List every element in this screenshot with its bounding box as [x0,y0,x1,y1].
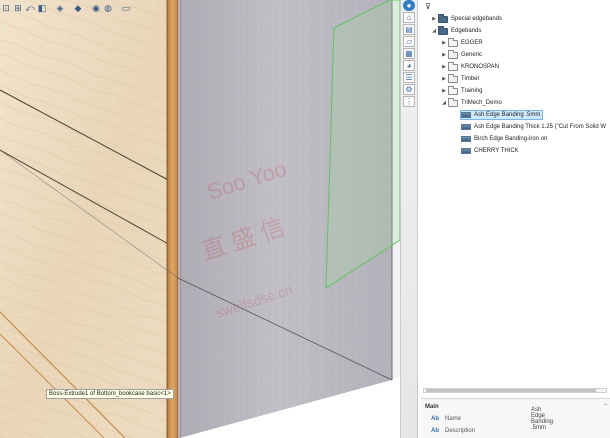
tree-item[interactable]: ▶ Special edgebands [430,13,503,24]
toolbar-divider: · [116,5,118,11]
expand-arrow-icon[interactable]: ▶ [440,40,448,46]
tree-item[interactable]: Birch Edge Banding-iron on [461,134,547,144]
side-panel-grain [0,0,175,438]
expand-arrow-icon[interactable]: ▶ [440,76,448,82]
text-property-icon: Ab [431,427,439,434]
file-explorer-icon[interactable]: ▱ [403,36,415,47]
scrollbar-thumb[interactable] [426,389,596,392]
filter-row: ⊽ [423,0,610,12]
folder-icon [448,37,458,47]
tree-item-label: EGGER [461,40,483,46]
expand-arrow-icon[interactable]: ▶ [440,52,448,58]
tree-item[interactable]: ▶ KRONOSPAN [440,61,499,72]
globe-icon[interactable]: ● [403,0,415,11]
material-swatch-icon [461,148,471,154]
apply-scene-icon[interactable]: ▭ [121,3,131,13]
folder-icon [448,49,458,59]
tree-item[interactable]: ▶ EGGER [440,37,483,48]
view-orientation-icon[interactable]: ◈ [55,3,65,13]
zoom-area-icon[interactable]: ⊞ [13,3,23,13]
previous-view-icon[interactable]: ⤺ [25,3,35,13]
folder-icon [448,97,458,107]
tree-item[interactable]: ◢ Edgebands [430,25,482,36]
tree-item-label: Edgebands [451,28,482,34]
tree-item-label: Special edgebands [451,16,503,22]
tree-item[interactable]: Ash Edge Banding Thick 1.25 ("Cut From S… [461,122,606,132]
toolbar-divider: · [50,5,52,11]
properties-section-title: Main [425,404,439,410]
selected-face-highlight[interactable] [325,0,400,289]
edit-appearance-icon[interactable]: ◍ [103,3,113,13]
tree-item-label: Generic [461,52,483,58]
folder-icon [448,73,458,83]
zoom-to-fit-icon[interactable]: ⊡ [1,3,11,13]
expand-arrow-icon[interactable]: ▶ [440,64,448,70]
tree-item-label: TriMech_Demo [461,100,502,106]
tree-item-label: Birch Edge Banding-iron on [474,136,548,142]
toolbar-divider: · [134,5,136,11]
property-row-description[interactable]: Ab Description [431,426,475,435]
appearances-icon[interactable]: ◕ [403,60,415,71]
expand-arrow-icon[interactable]: ▶ [430,16,438,22]
tree-item-label: KRONOSPAN [461,64,499,70]
folder-icon [448,61,458,71]
material-swatch-icon [461,136,471,142]
feature-tooltip: Boss-Extrude1 of Bottom_bookcase basic<1… [46,389,174,399]
heads-up-view-toolbar: ⊡ ⊞ ⤺ ◧ · ◈ · ◆ · ◉ ◍ · ▭ · [0,1,137,15]
appearances-task-pane: ⊽ ▶ Special edgebands ◢ Edgebands ▶ EGGE… [418,0,610,438]
section-view-icon[interactable]: ◧ [37,3,47,13]
property-row-name[interactable]: Ab Name Ash Edge Banding .5mm [431,407,553,431]
tree-item[interactable]: ▶ Generic [440,49,483,60]
tree-item-label: Ash Edge Banding Thick 1.25 ("Cut From S… [474,124,607,130]
folder-icon [438,13,448,23]
trimech-tools-icon[interactable]: ⚙ [403,84,415,95]
pin-icon[interactable]: ⋮ [403,96,415,107]
folder-icon [448,85,458,95]
tree-item[interactable]: CHERRY THICK [461,146,519,156]
tree-item[interactable]: ▶ Training [440,85,483,96]
horizontal-scrollbar[interactable] [423,388,607,393]
collapse-arrow-icon[interactable]: ◢ [440,100,448,106]
hide-show-icon[interactable]: ◉ [91,3,101,13]
graphics-area[interactable]: Soo Yoo 直 盛 信 sweifsdsc.cn ⊡ ⊞ ⤺ ◧ · ◈ ·… [0,0,400,438]
folder-icon [438,25,448,35]
toolbar-divider: · [86,5,88,11]
collapse-arrow-icon[interactable]: ◢ [430,28,438,34]
bookcase-model[interactable]: Soo Yoo 直 盛 信 sweifsdsc.cn [0,0,400,438]
tree-item-label: Ash Edge Banding .5mm [474,112,541,118]
tree-item-label: CHERRY THICK [474,148,519,154]
property-name: Description [445,427,476,434]
expand-arrow-icon[interactable]: ▶ [440,88,448,94]
document-library-icon[interactable]: ▤ [403,24,415,35]
material-swatch-icon [461,112,471,118]
custom-properties-icon[interactable]: ☰ [403,72,415,83]
edgeband-strip [167,0,178,438]
properties-panel: Main ⌃ Ab Name Ash Edge Banding .5mm Ab … [421,398,610,438]
view-palette-icon[interactable]: ▦ [403,48,415,59]
collapse-icon[interactable]: ⌃ [603,403,608,410]
tree-item-label: Training [461,88,483,94]
filter-icon[interactable]: ⊽ [423,1,433,11]
property-value[interactable]: Ash Edge Banding .5mm [531,407,553,431]
property-name: Name [445,415,462,422]
display-style-icon[interactable]: ◆ [73,3,83,13]
task-pane-tab-strip: ● ⌂ ▤ ▱ ▦ ◕ ☰ ⚙ ⋮ [400,0,418,438]
home-icon[interactable]: ⌂ [403,12,415,23]
tree-item[interactable]: ◢ TriMech_Demo [440,97,502,108]
tree-item-selected[interactable]: Ash Edge Banding .5mm [460,110,544,120]
text-property-icon: Ab [431,415,439,422]
tree-item-label: Timber [461,76,480,82]
toolbar-divider: · [68,5,70,11]
material-swatch-icon [461,124,471,130]
tree-item[interactable]: ▶ Timber [440,73,480,84]
